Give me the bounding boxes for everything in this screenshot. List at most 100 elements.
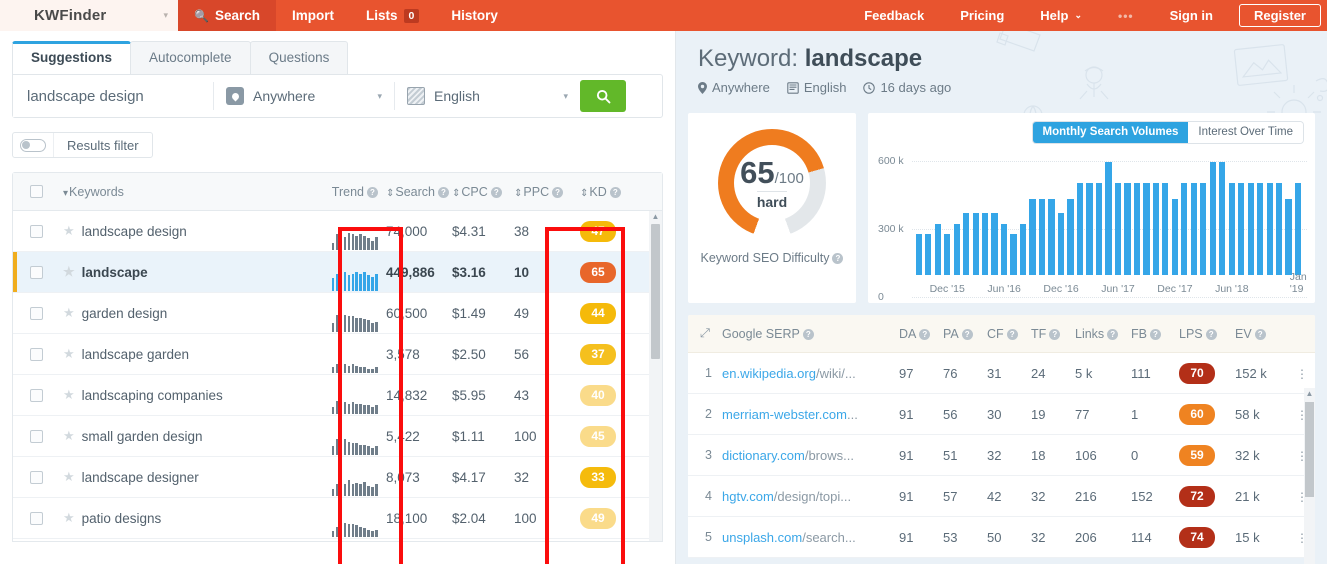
row-checkbox[interactable] xyxy=(29,511,43,525)
nav-item-pricing[interactable]: Pricing xyxy=(942,0,1022,31)
row-select-cell[interactable] xyxy=(13,388,59,402)
row-checkbox[interactable] xyxy=(29,388,43,402)
table-row[interactable]: ★ landscaping companies 14,832 $5.95 43 40 xyxy=(13,375,662,416)
col-ppc[interactable]: ⇕PPC? xyxy=(514,185,580,199)
serp-scrollbar[interactable]: ▲ xyxy=(1304,388,1315,564)
table-row[interactable]: 5 unsplash.com/search... 91 53 50 32 206 114 74 1… xyxy=(688,517,1315,558)
help-icon[interactable]: ? xyxy=(1254,328,1266,340)
help-icon[interactable]: ? xyxy=(552,186,564,198)
table-row[interactable]: ★ small garden design 5,422 $1.11 100 45 xyxy=(13,416,662,457)
table-row[interactable]: ★ landscape design 74,000 $4.31 38 47 xyxy=(13,211,662,252)
toggle-monthly-search-volumes[interactable]: Monthly Search Volumes xyxy=(1032,122,1189,143)
chevron-down-icon[interactable]: ▾ xyxy=(163,10,168,21)
nav-item-signin[interactable]: Sign in xyxy=(1152,0,1231,31)
help-icon[interactable]: ? xyxy=(1205,328,1217,340)
col-search[interactable]: ⇕Search? xyxy=(386,185,452,199)
row-select-cell[interactable] xyxy=(13,224,59,238)
keyword-search-input[interactable] xyxy=(13,75,213,117)
serp-scroll-thumb[interactable] xyxy=(1305,402,1314,497)
location-select[interactable]: Anywhere ▾ xyxy=(214,75,394,117)
row-checkbox[interactable] xyxy=(29,224,43,238)
star-icon[interactable]: ★ xyxy=(63,469,75,485)
row-select-cell[interactable] xyxy=(13,306,59,320)
star-icon[interactable]: ★ xyxy=(63,387,75,403)
row-checkbox[interactable] xyxy=(29,429,43,443)
help-icon[interactable]: ? xyxy=(1006,328,1018,340)
serp-url-cell[interactable]: merriam-webster.com... xyxy=(722,407,899,422)
table-row[interactable]: ★ landscape garden 3,578 $2.50 56 37 xyxy=(13,334,662,375)
table-row[interactable]: 3 dictionary.com/brows... 91 51 32 18 106 0 59 32… xyxy=(688,435,1315,476)
table-row[interactable]: 2 merriam-webster.com... 91 56 30 19 77 1 60 58 k… xyxy=(688,394,1315,435)
table-row[interactable]: ★ patio designs 18,100 $2.04 100 49 xyxy=(13,498,662,539)
col-kd[interactable]: ⇕KD? xyxy=(580,185,662,199)
results-filter-button[interactable]: Results filter xyxy=(12,132,153,158)
serp-url-link[interactable]: dictionary.com xyxy=(722,448,805,463)
table-row[interactable]: 1 en.wikipedia.org/wiki/... 97 76 31 24 5 k 111… xyxy=(688,353,1315,394)
star-icon[interactable]: ★ xyxy=(63,305,75,321)
col-cpc[interactable]: ⇕CPC? xyxy=(452,185,514,199)
star-icon[interactable]: ★ xyxy=(63,510,75,526)
table-row[interactable]: ★ landscape designer 8,073 $4.17 32 33 xyxy=(13,457,662,498)
help-icon[interactable]: ? xyxy=(490,186,502,198)
star-icon[interactable]: ★ xyxy=(63,428,75,444)
help-icon[interactable]: ? xyxy=(832,253,844,264)
help-icon[interactable]: ? xyxy=(961,328,973,340)
serp-url-link[interactable]: hgtv.com xyxy=(722,489,774,504)
help-icon[interactable]: ? xyxy=(919,328,931,340)
serp-url-cell[interactable]: hgtv.com/design/topi... xyxy=(722,489,899,504)
nav-item-more[interactable]: ••• xyxy=(1100,0,1152,31)
row-select-cell[interactable] xyxy=(13,347,59,361)
nav-item-history[interactable]: History xyxy=(435,0,514,31)
tab-suggestions[interactable]: Suggestions xyxy=(12,41,132,74)
table-row[interactable]: ★ landscape 449,886 $3.16 10 65 xyxy=(13,252,662,293)
table-row[interactable]: 4 hgtv.com/design/topi... 91 57 42 32 216 152 72… xyxy=(688,476,1315,517)
nav-item-search[interactable]: 🔍 Search xyxy=(178,0,276,31)
nav-item-help[interactable]: Help ⌄ xyxy=(1022,0,1100,31)
serp-url-link[interactable]: merriam-webster.com xyxy=(722,407,847,422)
help-icon[interactable]: ? xyxy=(1049,328,1061,340)
results-filter-toggle[interactable] xyxy=(13,133,53,157)
expand-icon[interactable]: ⤢ xyxy=(688,326,722,341)
scroll-up-arrow-icon[interactable]: ▲ xyxy=(1304,388,1315,400)
serp-url-link[interactable]: en.wikipedia.org xyxy=(722,366,816,381)
help-icon[interactable]: ? xyxy=(802,328,814,340)
tab-questions[interactable]: Questions xyxy=(249,41,349,74)
language-select[interactable]: English ▾ xyxy=(395,75,580,117)
toggle-interest-over-time[interactable]: Interest Over Time xyxy=(1188,122,1303,143)
help-icon[interactable]: ? xyxy=(1107,328,1119,340)
tab-autocomplete[interactable]: Autocomplete xyxy=(130,41,251,74)
keywords-scroll-thumb[interactable] xyxy=(651,224,660,359)
nav-item-feedback[interactable]: Feedback xyxy=(846,0,942,31)
kebab-menu-icon[interactable]: ⋮ xyxy=(1296,367,1308,381)
star-icon[interactable]: ★ xyxy=(63,264,75,280)
row-select-cell[interactable] xyxy=(13,511,59,525)
row-checkbox[interactable] xyxy=(29,265,43,279)
row-select-cell[interactable] xyxy=(13,429,59,443)
scroll-up-arrow-icon[interactable]: ▲ xyxy=(649,211,662,223)
help-icon[interactable]: ? xyxy=(438,186,449,198)
row-select-cell[interactable] xyxy=(13,265,59,279)
row-actions-cell[interactable]: ⋮ xyxy=(1289,366,1315,381)
serp-url-cell[interactable]: dictionary.com/brows... xyxy=(722,448,899,463)
nav-item-lists[interactable]: Lists 0 xyxy=(350,0,435,31)
brand-area[interactable]: KWFinder ▾ xyxy=(0,0,178,31)
register-button[interactable]: Register xyxy=(1238,4,1321,27)
row-checkbox[interactable] xyxy=(29,470,43,484)
serp-url-cell[interactable]: en.wikipedia.org/wiki/... xyxy=(722,366,899,381)
help-icon[interactable]: ? xyxy=(367,186,378,198)
help-icon[interactable]: ? xyxy=(1149,328,1161,340)
col-keywords[interactable]: ▾Keywords xyxy=(59,185,290,199)
select-all-checkbox[interactable] xyxy=(29,185,43,198)
serp-url-link[interactable]: unsplash.com xyxy=(722,530,802,545)
select-all-cell[interactable] xyxy=(13,185,59,198)
row-select-cell[interactable] xyxy=(13,470,59,484)
star-icon[interactable]: ★ xyxy=(63,346,75,362)
help-icon[interactable]: ? xyxy=(609,186,621,198)
nav-item-import[interactable]: Import xyxy=(276,0,350,31)
keywords-scrollbar[interactable]: ▲ xyxy=(649,211,662,541)
row-checkbox[interactable] xyxy=(29,306,43,320)
row-checkbox[interactable] xyxy=(29,347,43,361)
table-row[interactable]: ★ garden design 60,500 $1.49 49 44 xyxy=(13,293,662,334)
star-icon[interactable]: ★ xyxy=(63,223,75,239)
serp-url-cell[interactable]: unsplash.com/search... xyxy=(722,530,899,545)
